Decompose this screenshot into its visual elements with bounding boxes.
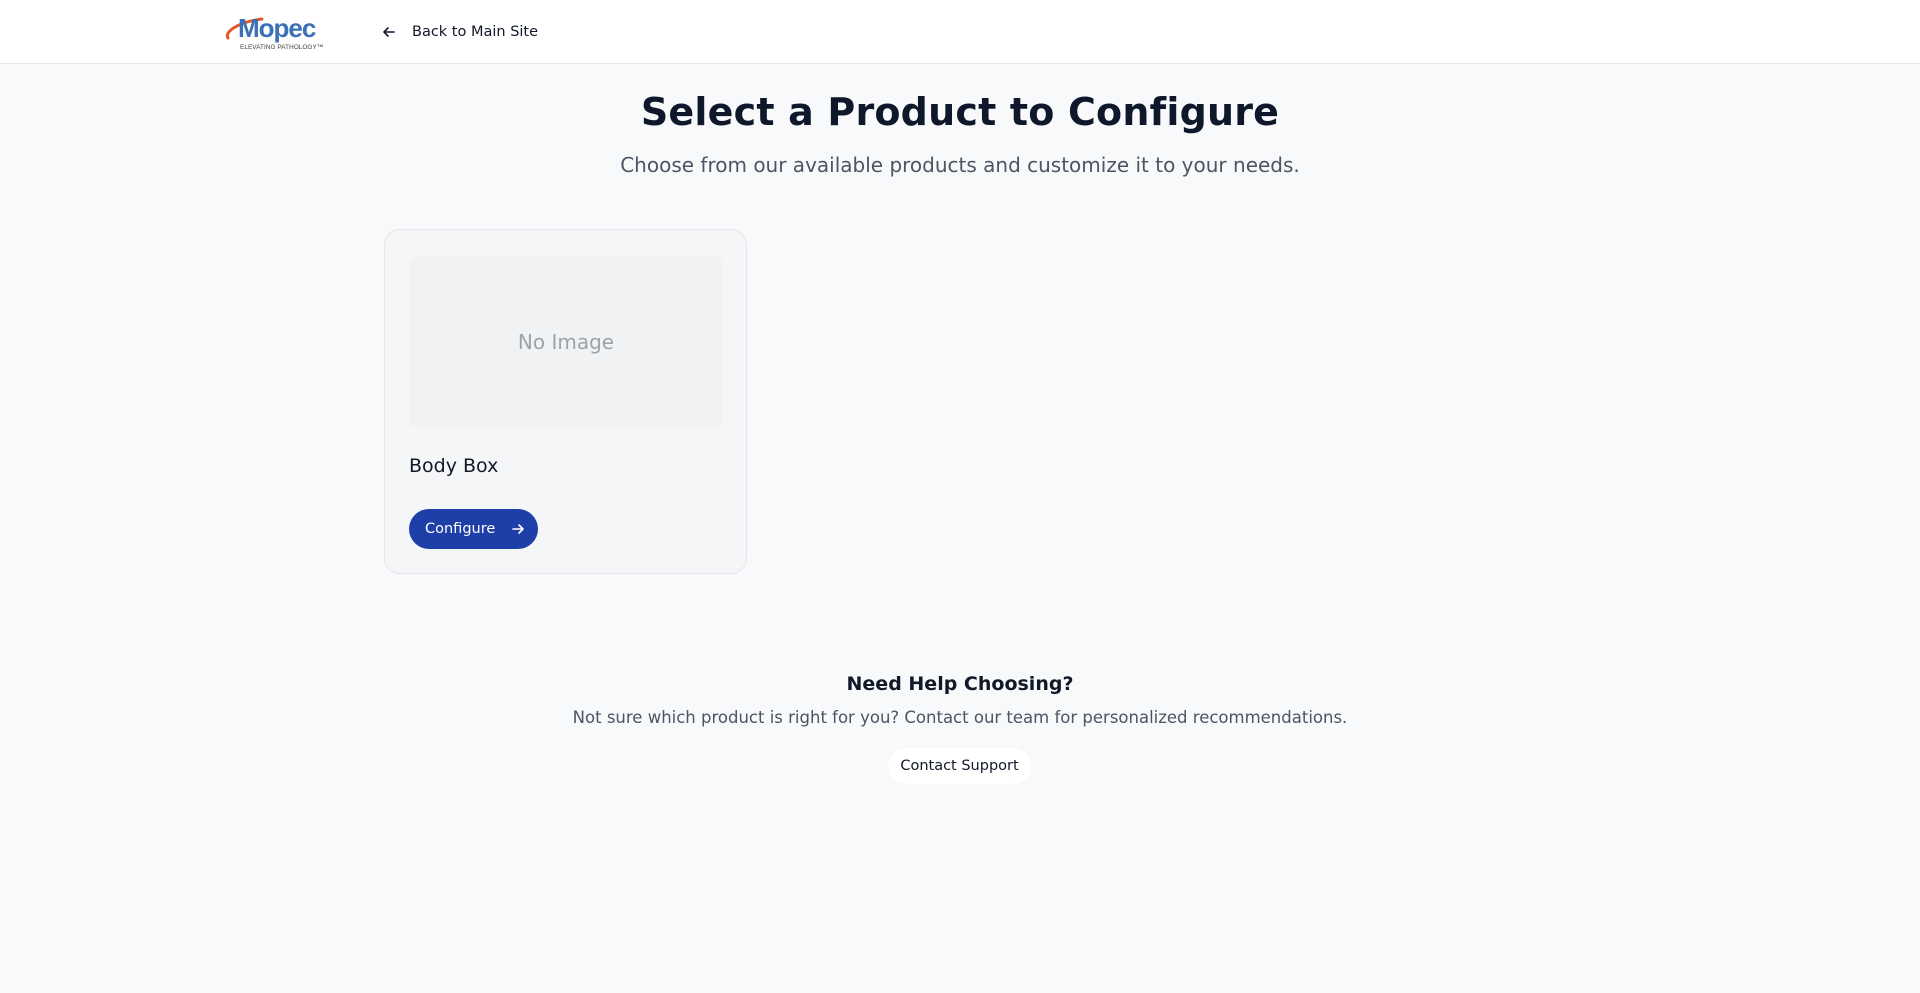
help-text: Not sure which product is right for you?…	[572, 708, 1348, 727]
top-header: Mopec ELEVATING PATHOLOGY™ Back to Main …	[0, 0, 1920, 64]
product-image-placeholder: No Image	[409, 256, 723, 428]
svg-text:ELEVATING PATHOLOGY™: ELEVATING PATHOLOGY™	[240, 44, 323, 51]
back-to-main-site-link[interactable]: Back to Main Site	[382, 20, 538, 44]
svg-text:Mopec: Mopec	[238, 13, 316, 43]
product-card-body-box: No Image Body Box Configure	[384, 229, 747, 574]
help-title: Need Help Choosing?	[846, 673, 1074, 695]
page-title: Select a Product to Configure	[640, 90, 1280, 134]
contact-support-button[interactable]: Contact Support	[888, 748, 1031, 784]
arrow-left-icon	[382, 24, 398, 40]
product-name: Body Box	[409, 455, 499, 477]
page-subtitle: Choose from our available products and c…	[620, 153, 1300, 177]
mopec-logo[interactable]: Mopec ELEVATING PATHOLOGY™	[222, 12, 336, 52]
back-link-label: Back to Main Site	[412, 24, 539, 40]
configure-button-label: Configure	[425, 521, 496, 537]
configure-button[interactable]: Configure	[409, 509, 538, 549]
arrow-right-icon	[511, 522, 525, 536]
mopec-logo-icon: Mopec ELEVATING PATHOLOGY™	[225, 13, 323, 51]
